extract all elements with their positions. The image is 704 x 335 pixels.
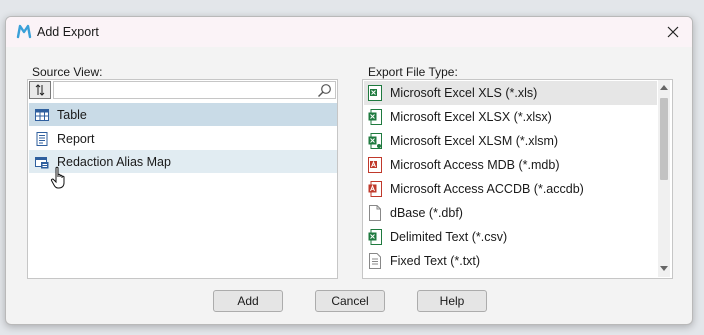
file-type-label: Microsoft Excel XLSM (*.xlsm) bbox=[390, 134, 559, 148]
sort-icon bbox=[35, 84, 45, 96]
window-title: Add Export bbox=[37, 25, 99, 39]
source-search-input[interactable] bbox=[53, 81, 336, 99]
source-item-label: Report bbox=[57, 131, 95, 146]
source-item-label: Redaction Alias Map bbox=[57, 154, 171, 169]
excel-xlsx-icon bbox=[368, 109, 382, 125]
excel-xls-icon bbox=[368, 85, 382, 101]
file-type-item-csv[interactable]: Delimited Text (*.csv) bbox=[364, 225, 657, 249]
hand-cursor-icon bbox=[50, 166, 65, 189]
csv-icon bbox=[368, 229, 382, 245]
text-file-icon bbox=[369, 253, 381, 269]
file-type-label: Microsoft Excel XLSX (*.xlsx) bbox=[390, 110, 552, 124]
excel-xlsm-icon bbox=[368, 133, 382, 149]
scroll-down-arrow-icon[interactable] bbox=[660, 266, 668, 272]
file-type-label: dBase (*.dbf) bbox=[390, 206, 463, 220]
app-logo-icon bbox=[16, 24, 32, 39]
access-accdb-icon bbox=[368, 181, 382, 197]
file-type-item-xlsx[interactable]: Microsoft Excel XLSX (*.xlsx) bbox=[364, 105, 657, 129]
close-icon bbox=[667, 26, 679, 38]
file-type-item-mdb[interactable]: Microsoft Access MDB (*.mdb) bbox=[364, 153, 657, 177]
add-export-dialog: Add Export Source View: Table Report Red… bbox=[5, 16, 693, 325]
scroll-up-arrow-icon[interactable] bbox=[660, 84, 668, 90]
source-view-label: Source View: bbox=[32, 65, 103, 79]
file-type-label: Fixed Text (*.txt) bbox=[390, 254, 481, 268]
dbase-file-icon bbox=[369, 205, 381, 221]
alias-map-icon bbox=[35, 156, 49, 168]
file-type-item-txt[interactable]: Fixed Text (*.txt) bbox=[364, 249, 657, 273]
sort-button[interactable] bbox=[29, 81, 51, 99]
file-type-label: Delimited Text (*.csv) bbox=[390, 230, 508, 244]
export-list-scrollbar[interactable] bbox=[658, 80, 670, 277]
table-icon bbox=[35, 108, 49, 121]
scrollbar-thumb[interactable] bbox=[660, 98, 668, 180]
source-item-table[interactable]: Table bbox=[29, 103, 337, 126]
file-type-item-dbf[interactable]: dBase (*.dbf) bbox=[364, 201, 657, 225]
file-type-label: Microsoft Excel XLS (*.xls) bbox=[390, 86, 538, 100]
cancel-button[interactable]: Cancel bbox=[315, 290, 385, 312]
file-type-label: Microsoft Access MDB (*.mdb) bbox=[390, 158, 560, 172]
help-button[interactable]: Help bbox=[417, 290, 487, 312]
search-icon bbox=[318, 84, 331, 97]
source-item-label: Table bbox=[57, 107, 87, 122]
source-item-report[interactable]: Report bbox=[29, 127, 337, 150]
report-icon bbox=[36, 131, 48, 146]
file-type-item-xlsm[interactable]: Microsoft Excel XLSM (*.xlsm) bbox=[364, 129, 657, 153]
file-type-item-xls[interactable]: Microsoft Excel XLS (*.xls) bbox=[364, 81, 657, 105]
add-button[interactable]: Add bbox=[213, 290, 283, 312]
file-type-item-accdb[interactable]: Microsoft Access ACCDB (*.accdb) bbox=[364, 177, 657, 201]
title-bar: Add Export bbox=[6, 17, 692, 47]
access-mdb-icon bbox=[368, 157, 382, 173]
source-item-redaction-alias-map[interactable]: Redaction Alias Map bbox=[29, 150, 337, 173]
file-type-label: Microsoft Access ACCDB (*.accdb) bbox=[390, 182, 584, 196]
export-file-type-label: Export File Type: bbox=[368, 65, 458, 79]
close-button[interactable] bbox=[660, 20, 686, 44]
